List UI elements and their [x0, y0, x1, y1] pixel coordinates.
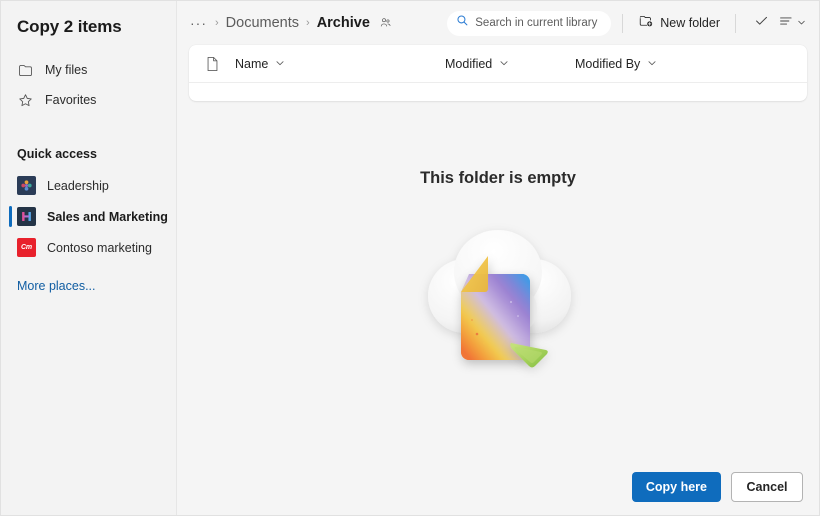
new-folder-button[interactable]: New folder	[634, 9, 724, 37]
document-icon	[205, 56, 235, 72]
main-panel: ··· › Documents › Archive Search in curr…	[177, 1, 819, 515]
chevron-right-icon: ›	[215, 16, 219, 29]
sidebar-item-label: Sales and Marketing	[47, 209, 168, 224]
file-list-header: Name Modified Modified By	[189, 45, 807, 83]
chevron-down-icon	[797, 14, 806, 32]
cancel-button[interactable]: Cancel	[731, 472, 803, 502]
breadcrumb-overflow-button[interactable]: ···	[189, 16, 208, 30]
chevron-right-icon: ›	[306, 16, 310, 29]
new-folder-icon	[638, 13, 654, 34]
dialog-title: Copy 2 items	[17, 17, 122, 36]
sidebar-item-leadership[interactable]: Leadership	[1, 170, 176, 201]
search-input[interactable]: Search in current library	[447, 10, 612, 36]
new-folder-label: New folder	[660, 16, 720, 30]
sidebar: Copy 2 items My files Favorites Quick ac…	[1, 1, 177, 515]
sidebar-item-favorites[interactable]: Favorites	[1, 85, 176, 115]
empty-state: This folder is empty	[177, 101, 819, 459]
quick-access-heading: Quick access	[17, 147, 97, 161]
chevron-down-icon	[499, 55, 509, 73]
breadcrumb-item-documents[interactable]: Documents	[226, 15, 299, 31]
contoso-marketing-site-icon: Cm	[17, 238, 36, 257]
sidebar-item-my-files[interactable]: My files	[1, 55, 176, 85]
column-header-name[interactable]: Name	[235, 55, 445, 73]
command-bar-right: Search in current library New folder	[447, 9, 809, 37]
view-options-icon	[778, 13, 794, 34]
column-label: Name	[235, 56, 269, 71]
breadcrumb-item-archive[interactable]: Archive	[317, 15, 370, 31]
quick-access-list: Leadership Sales and Marketing Cm Contos…	[1, 170, 176, 263]
checkmark-icon	[753, 12, 770, 34]
sidebar-nav-list: My files Favorites	[1, 55, 176, 115]
folder-icon	[17, 62, 34, 79]
more-places-link[interactable]: More places...	[1, 279, 176, 293]
leadership-site-icon	[17, 176, 36, 195]
command-bar: ··· › Documents › Archive Search in curr…	[177, 1, 819, 45]
sidebar-item-label: Leadership	[47, 178, 109, 193]
column-label: Modified By	[575, 56, 641, 71]
file-list-body	[189, 83, 807, 101]
column-label: Modified	[445, 56, 493, 71]
breadcrumb: ··· › Documents › Archive	[189, 15, 393, 31]
divider	[622, 13, 624, 33]
chevron-down-icon	[275, 55, 285, 73]
copy-items-dialog: Copy 2 items My files Favorites Quick ac…	[0, 0, 820, 516]
chevron-down-icon	[647, 55, 657, 73]
empty-folder-cloud-document-illustration	[398, 210, 598, 380]
sales-marketing-site-icon	[17, 207, 36, 226]
file-list-card: Name Modified Modified By	[189, 45, 807, 101]
dialog-action-bar: Copy here Cancel	[177, 459, 819, 515]
selection-mode-button[interactable]	[747, 9, 775, 37]
copy-here-button[interactable]: Copy here	[631, 472, 721, 502]
sidebar-item-label: Favorites	[45, 93, 97, 107]
search-placeholder: Search in current library	[475, 17, 598, 29]
search-icon	[456, 14, 469, 32]
sidebar-item-contoso-marketing[interactable]: Cm Contoso marketing	[1, 232, 176, 263]
divider	[735, 13, 736, 33]
view-options-button[interactable]	[775, 9, 809, 37]
people-shared-icon	[379, 16, 393, 30]
empty-state-title: This folder is empty	[420, 169, 576, 187]
sidebar-item-sales-and-marketing[interactable]: Sales and Marketing	[1, 201, 176, 232]
sidebar-item-label: My files	[45, 63, 88, 77]
column-header-modified-by[interactable]: Modified By	[575, 55, 715, 73]
star-icon	[17, 92, 34, 109]
column-header-modified[interactable]: Modified	[445, 55, 575, 73]
sidebar-item-label: Contoso marketing	[47, 240, 152, 255]
